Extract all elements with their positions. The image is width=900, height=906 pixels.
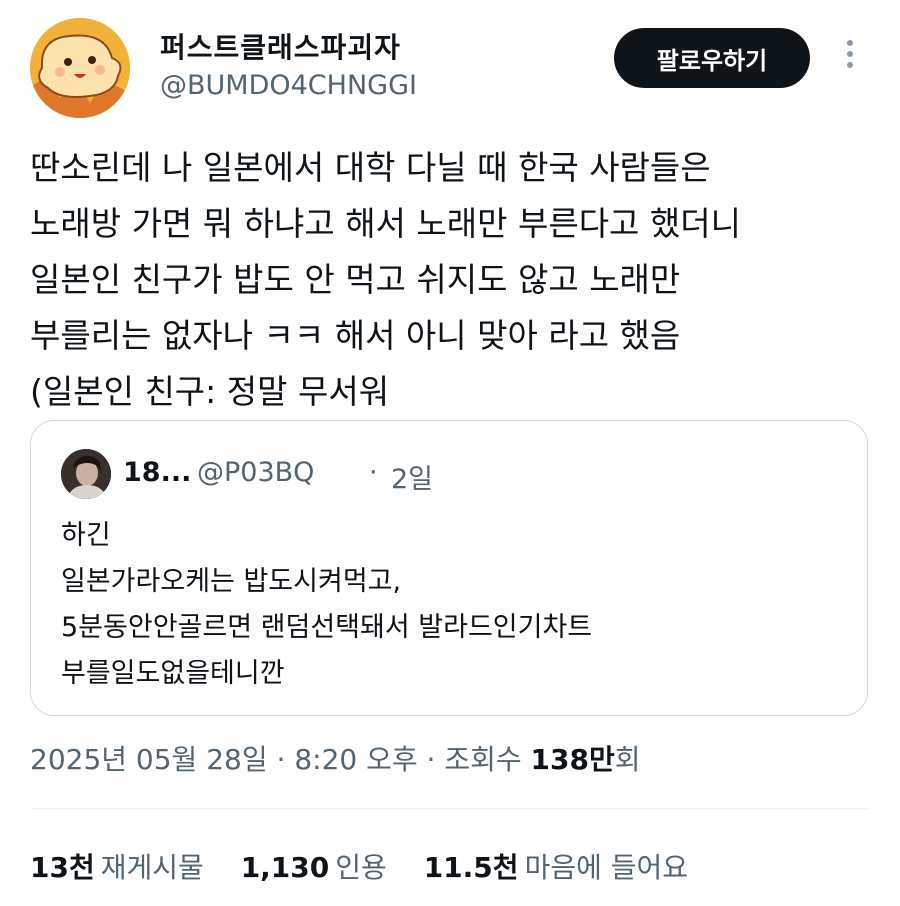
more-options-icon[interactable]	[842, 40, 858, 76]
quotes-count: 1,130	[240, 851, 330, 884]
tweet-date[interactable]: 2025년 05월 28일	[30, 743, 268, 776]
quoted-line: 부를일도없을테니깐	[61, 658, 285, 689]
tweet-metadata: 2025년 05월 28일 · 8:20 오후 · 조회수 138만회	[30, 738, 641, 778]
tweet-body: 딴소린데 나 일본에서 대학 다닐 때 한국 사람들은 노래방 가면 뭐 하냐고…	[30, 140, 870, 420]
quoted-line: 하긴	[61, 520, 111, 551]
reposts-label: 재게시물	[100, 851, 204, 884]
views-count: 138만	[530, 743, 615, 776]
quoted-line: 일본가라오케는 밥도시켜먹고,	[61, 566, 402, 597]
quoted-timestamp[interactable]: 2일	[391, 457, 433, 496]
engagement-stats: 13천 재게시물 1,130 인용 11.5천 마음에 들어요	[30, 846, 716, 886]
avatar-character-icon	[30, 18, 130, 118]
quotes-label: 인용	[335, 851, 387, 884]
likes-label: 마음에 들어요	[524, 851, 689, 884]
quoted-tweet[interactable]: 18... @P03BQ · 2일 하긴 일본가라오케는 밥도시켜먹고, 5분동…	[30, 420, 868, 716]
tweet-time[interactable]: 8:20 오후	[294, 743, 417, 776]
quoted-author-avatar[interactable]	[61, 449, 111, 499]
separator-dot: ·	[426, 743, 436, 776]
avatar-photo-icon	[61, 449, 111, 499]
author-handle[interactable]: @BUMDO4CHNGGI	[160, 70, 417, 101]
reposts-stat[interactable]: 13천 재게시물	[30, 846, 204, 886]
quoted-body: 하긴 일본가라오케는 밥도시켜먹고, 5분동안안골르면 랜덤선택돼서 발라드인기…	[61, 513, 592, 697]
tweet-line: 일본인 친구가 밥도 안 먹고 쉬지도 않고 노래만	[30, 260, 681, 299]
likes-count: 11.5천	[423, 851, 519, 884]
author-avatar[interactable]	[30, 18, 130, 118]
tweet-line: (일본인 친구: 정말 무서워	[30, 372, 390, 411]
tweet-line: 부를리는 없자나 ㅋㅋ 해서 아니 맞아 라고 했음	[30, 316, 681, 355]
quoted-line: 5분동안안골르면 랜덤선택돼서 발라드인기차트	[61, 612, 593, 643]
quoted-author-name[interactable]: 18...	[123, 457, 191, 488]
tweet-line: 노래방 가면 뭐 하냐고 해서 노래만 부른다고 했더니	[30, 204, 741, 243]
quotes-stat[interactable]: 1,130 인용	[241, 846, 387, 886]
reposts-count: 13천	[30, 851, 95, 884]
divider	[30, 808, 868, 809]
separator-dot: ·	[276, 743, 286, 776]
views-suffix: 회	[614, 743, 641, 776]
follow-button[interactable]: 팔로우하기	[614, 28, 810, 88]
views-label: 조회수	[444, 743, 522, 776]
author-display-name[interactable]: 퍼스트클래스파괴자	[160, 26, 401, 66]
tweet-header: 퍼스트클래스파괴자 @BUMDO4CHNGGI 팔로우하기	[0, 0, 900, 130]
separator-dot: ·	[369, 457, 378, 488]
tweet-line: 딴소린데 나 일본에서 대학 다닐 때 한국 사람들은	[30, 148, 711, 187]
likes-stat[interactable]: 11.5천 마음에 들어요	[424, 846, 688, 886]
quoted-author-handle[interactable]: @P03BQ	[197, 457, 314, 488]
